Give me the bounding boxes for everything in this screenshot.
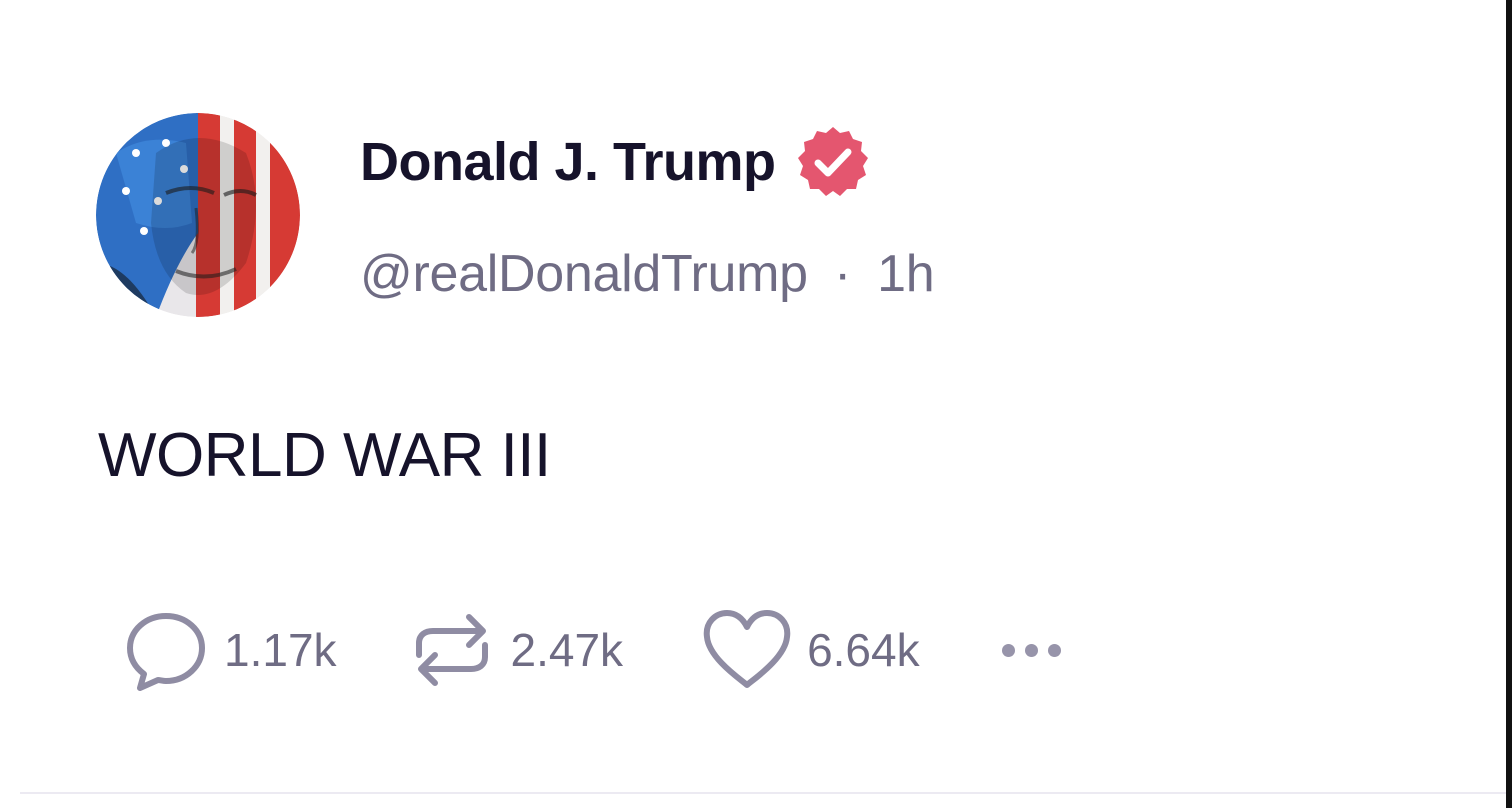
post-body-text: WORLD WAR III xyxy=(98,421,551,490)
repost-icon xyxy=(415,614,488,686)
post-timestamp[interactable]: 1h xyxy=(877,245,935,303)
like-count: 6.64k xyxy=(807,624,920,676)
reply-icon xyxy=(127,613,205,691)
author-avatar[interactable] xyxy=(96,113,300,317)
more-dot xyxy=(1001,643,1015,657)
reply-button[interactable]: 1.17k xyxy=(120,604,337,696)
like-button[interactable]: 6.64k xyxy=(699,605,920,695)
reply-count: 1.17k xyxy=(224,624,337,676)
meta-separator: · xyxy=(833,245,851,303)
flag-face-avatar-icon xyxy=(96,113,300,317)
post-divider xyxy=(20,792,1506,794)
author-name-row: Donald J. Trump xyxy=(360,124,872,200)
post-actions-bar: 1.17k 2.47k 6.64k xyxy=(120,600,1061,700)
verified-badge-icon xyxy=(797,127,868,196)
author-handle[interactable]: @realDonaldTrump xyxy=(360,245,808,303)
author-display-name[interactable]: Donald J. Trump xyxy=(360,131,776,193)
repost-button[interactable]: 2.47k xyxy=(405,603,624,697)
post-card: Donald J. Trump @realDonaldTrump · 1h WO… xyxy=(0,0,1506,808)
window-edge xyxy=(1506,0,1512,808)
more-dot xyxy=(1024,643,1038,657)
post-meta: @realDonaldTrump · 1h xyxy=(360,244,935,304)
repost-count: 2.47k xyxy=(510,624,624,676)
heart-icon xyxy=(703,610,791,688)
more-dot xyxy=(1047,643,1061,657)
more-icon[interactable] xyxy=(1001,630,1061,670)
